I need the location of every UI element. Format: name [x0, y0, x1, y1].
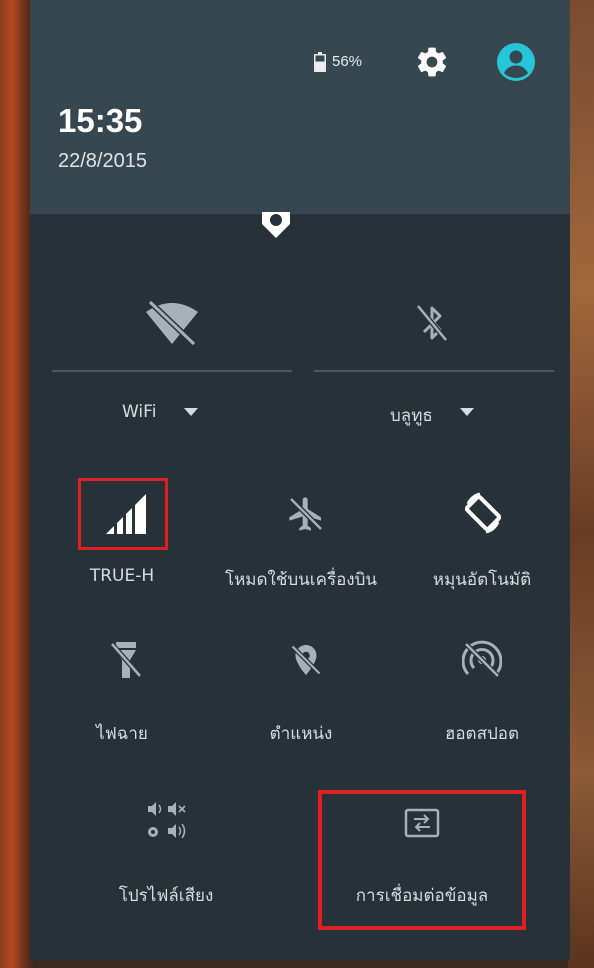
wifi-label: WiFi [122, 402, 157, 422]
battery-percentage: 56% [332, 53, 363, 70]
tile-label-data-connection: การเชื่อมต่อข้อมูล [355, 886, 489, 906]
bluetooth-divider [314, 370, 554, 372]
wallpaper-frame-right [568, 0, 594, 968]
tile-label-auto-rotate: หมุนอัตโนมัติ [432, 570, 532, 590]
bluetooth-dropdown[interactable]: บลูทูธ [390, 400, 510, 430]
flashlight-off-icon[interactable] [110, 640, 142, 680]
bluetooth-off-icon[interactable] [414, 300, 450, 346]
data-connection-icon[interactable] [404, 808, 440, 838]
clock-date: 22/8/2015 [58, 150, 147, 172]
user-avatar-icon[interactable] [496, 42, 536, 82]
airplane-icon[interactable] [286, 494, 326, 534]
signal-icon[interactable] [106, 494, 146, 534]
auto-rotate-icon[interactable] [460, 490, 506, 536]
sound-profile-icon[interactable] [146, 800, 190, 844]
location-off-icon[interactable] [288, 640, 324, 680]
wifi-dropdown[interactable]: WiFi [122, 400, 242, 430]
brightness-icon[interactable] [256, 212, 296, 242]
wifi-off-icon[interactable] [144, 300, 200, 346]
hotspot-off-icon[interactable] [462, 640, 502, 680]
tile-label-hotspot: ฮอตสปอต [444, 724, 520, 744]
chevron-down-icon [184, 408, 198, 416]
tile-label-location: ตำแหน่ง [269, 724, 333, 744]
tile-label-signal: TRUE-H [89, 566, 155, 586]
chevron-down-icon [460, 408, 474, 416]
clock-time: 15:35 [58, 102, 143, 139]
status-header: 56% 15:35 22/8/2015 [30, 0, 570, 214]
quick-settings-panel: 56% 15:35 22/8/2015 WiFi บลูทูธ TRUE-H โ… [30, 0, 570, 960]
settings-gear-icon[interactable] [414, 44, 450, 80]
tile-label-flashlight: ไฟฉาย [96, 724, 148, 744]
tile-label-sound-profile: โปรไฟล์เสียง [118, 886, 214, 906]
tile-label-airplane: โหมดใช้บนเครื่องบิน [224, 570, 378, 590]
wifi-divider [52, 370, 292, 372]
bluetooth-label: บลูทูธ [390, 406, 433, 426]
battery-icon [314, 52, 326, 72]
